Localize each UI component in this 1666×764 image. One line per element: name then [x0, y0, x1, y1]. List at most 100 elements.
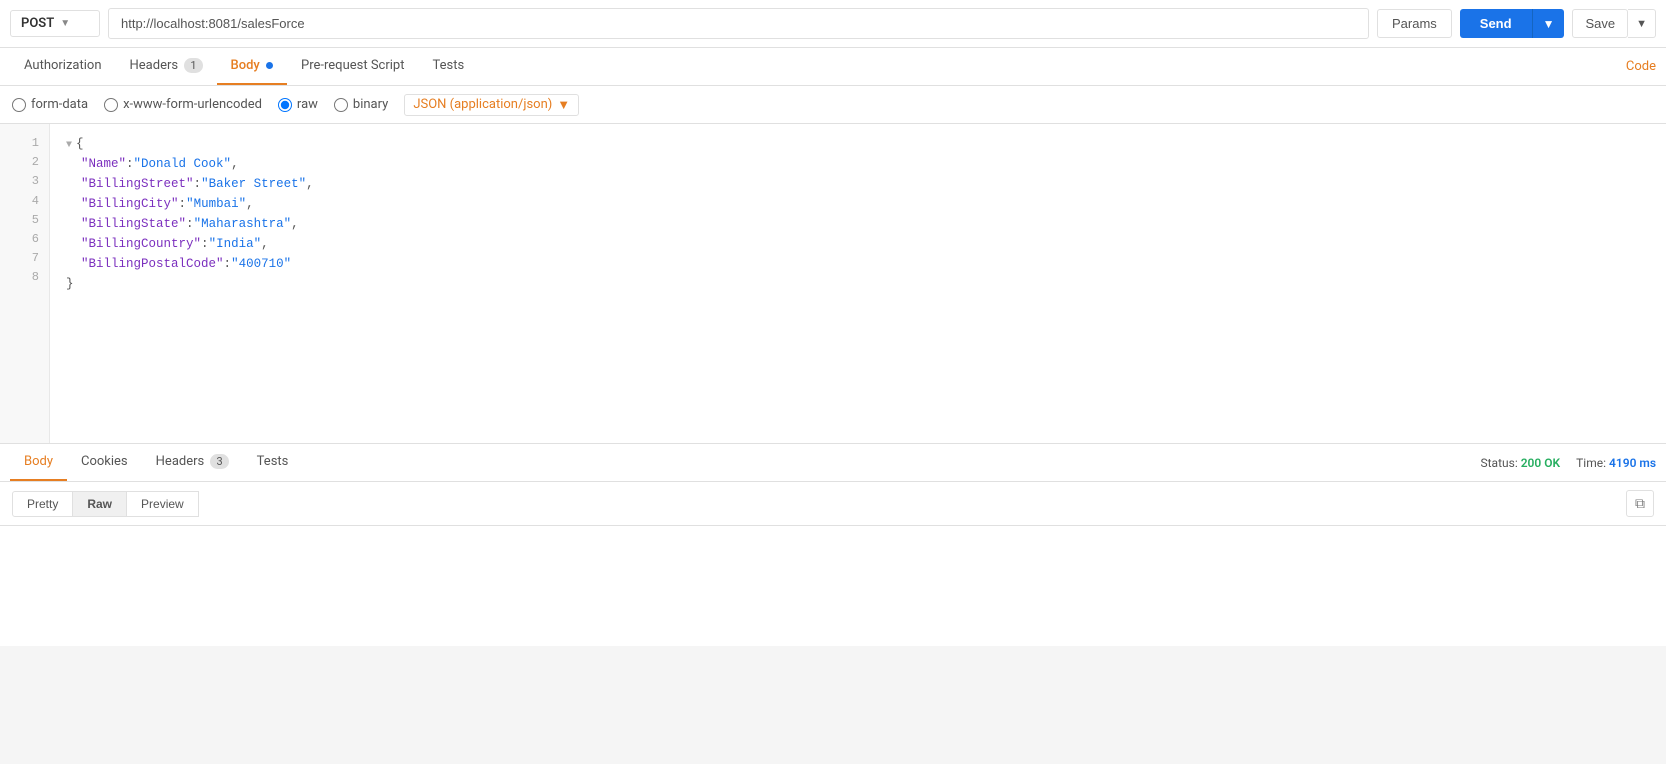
line-6: 6 — [0, 230, 49, 249]
send-group: Send ▼ — [1460, 9, 1565, 38]
top-bar: POST ▼ Params Send ▼ Save ▼ — [0, 0, 1666, 48]
resp-tab-cookies-label: Cookies — [81, 454, 128, 469]
key-billing-country: "BillingCountry" — [81, 237, 201, 251]
key-name: "Name" — [81, 157, 126, 171]
line-numbers: 1 2 3 4 5 6 7 8 — [0, 124, 50, 443]
json-chevron-icon: ▼ — [557, 97, 570, 113]
resp-tab-body-label: Body — [24, 454, 53, 469]
val-billing-country: "India" — [209, 237, 262, 251]
raw-radio[interactable] — [278, 98, 292, 112]
binary-radio[interactable] — [334, 98, 348, 112]
tab-headers[interactable]: Headers 1 — [116, 48, 217, 85]
comma-4: , — [291, 217, 299, 231]
tab-headers-label: Headers — [130, 58, 179, 73]
tab-pre-request-script-label: Pre-request Script — [301, 58, 404, 73]
urlencoded-radio[interactable] — [104, 98, 118, 112]
val-name: "Donald Cook" — [134, 157, 232, 171]
code-link[interactable]: Code — [1626, 59, 1656, 74]
send-button[interactable]: Send — [1460, 9, 1532, 38]
key-billing-postal-code: "BillingPostalCode" — [81, 257, 224, 271]
method-label: POST — [21, 16, 54, 31]
code-content-area[interactable]: ▼{ "Name":"Donald Cook", "BillingStreet"… — [50, 124, 1666, 443]
val-billing-city: "Mumbai" — [186, 197, 246, 211]
form-data-option[interactable]: form-data — [12, 97, 88, 112]
resp-tab-tests-label: Tests — [257, 454, 289, 469]
method-select[interactable]: POST ▼ — [10, 10, 100, 37]
colon-3: : — [179, 197, 187, 211]
copy-response-button[interactable]: ⧉ — [1626, 490, 1654, 517]
colon-4: : — [186, 217, 194, 231]
resp-pretty-button[interactable]: Pretty — [12, 491, 73, 517]
binary-label: binary — [353, 97, 388, 112]
line-3: 3 — [0, 172, 49, 191]
time-label: Time: 4190 ms — [1576, 456, 1656, 470]
response-content-area — [0, 526, 1666, 646]
collapse-icon: ▼ — [66, 140, 72, 151]
line-8: 8 — [0, 268, 49, 287]
send-dropdown-button[interactable]: ▼ — [1532, 9, 1565, 38]
line-7: 7 — [0, 249, 49, 268]
colon-5: : — [201, 237, 209, 251]
body-options-bar: form-data x-www-form-urlencoded raw bina… — [0, 86, 1666, 124]
val-billing-street: "Baker Street" — [201, 177, 306, 191]
colon-6: : — [224, 257, 232, 271]
resp-preview-button[interactable]: Preview — [127, 491, 199, 517]
line-2: 2 — [0, 153, 49, 172]
tab-authorization-label: Authorization — [24, 58, 102, 73]
line-5: 5 — [0, 211, 49, 230]
val-billing-postal-code: "400710" — [231, 257, 291, 271]
resp-tab-headers-label: Headers — [156, 454, 205, 469]
status-area: Status: 200 OK Time: 4190 ms — [1481, 456, 1657, 470]
close-brace: } — [66, 277, 74, 291]
comma-3: , — [246, 197, 254, 211]
key-billing-street: "BillingStreet" — [81, 177, 194, 191]
resp-tab-cookies[interactable]: Cookies — [67, 444, 142, 481]
status-value: 200 OK — [1521, 456, 1560, 470]
raw-label: raw — [297, 97, 318, 112]
response-tabs-bar: Body Cookies Headers 3 Tests Status: 200… — [0, 444, 1666, 482]
json-format-label: JSON (application/json) — [413, 97, 552, 112]
resp-tab-body[interactable]: Body — [10, 444, 67, 481]
form-data-radio[interactable] — [12, 98, 26, 112]
comma-5: , — [261, 237, 269, 251]
tab-tests-label: Tests — [432, 58, 464, 73]
tab-tests[interactable]: Tests — [418, 48, 478, 85]
resp-tab-tests[interactable]: Tests — [243, 444, 303, 481]
tab-headers-badge: 1 — [184, 58, 202, 73]
params-button[interactable]: Params — [1377, 9, 1452, 38]
tab-pre-request-script[interactable]: Pre-request Script — [287, 48, 418, 85]
resp-headers-badge: 3 — [210, 454, 228, 469]
save-button[interactable]: Save — [1572, 9, 1628, 38]
time-value: 4190 ms — [1609, 456, 1656, 470]
request-tabs: Authorization Headers 1 Body Pre-request… — [0, 48, 1666, 86]
tab-body[interactable]: Body — [217, 48, 288, 85]
urlencoded-label: x-www-form-urlencoded — [123, 97, 262, 112]
method-chevron-icon: ▼ — [60, 18, 70, 29]
comma-1: , — [231, 157, 239, 171]
save-dropdown-button[interactable]: ▼ — [1628, 9, 1656, 38]
url-input[interactable] — [108, 8, 1369, 39]
save-group: Save ▼ — [1572, 9, 1656, 38]
key-billing-city: "BillingCity" — [81, 197, 179, 211]
body-dot-indicator — [266, 62, 273, 69]
code-editor: 1 2 3 4 5 6 7 8 ▼{ "Name":"Donald Cook",… — [0, 124, 1666, 444]
val-billing-state: "Maharashtra" — [194, 217, 292, 231]
json-format-select[interactable]: JSON (application/json) ▼ — [404, 94, 579, 116]
resp-tab-headers[interactable]: Headers 3 — [142, 444, 243, 481]
open-brace: { — [76, 137, 84, 151]
key-billing-state: "BillingState" — [81, 217, 186, 231]
resp-raw-button[interactable]: Raw — [73, 491, 127, 517]
comma-2: , — [306, 177, 314, 191]
response-body-options: Pretty Raw Preview ⧉ — [0, 482, 1666, 526]
line-1: 1 — [0, 134, 49, 153]
tab-authorization[interactable]: Authorization — [10, 48, 116, 85]
status-label: Status: 200 OK — [1481, 456, 1561, 470]
urlencoded-option[interactable]: x-www-form-urlencoded — [104, 97, 262, 112]
raw-option[interactable]: raw — [278, 97, 318, 112]
response-section: Body Cookies Headers 3 Tests Status: 200… — [0, 444, 1666, 646]
line-4: 4 — [0, 192, 49, 211]
tab-body-label: Body — [231, 58, 260, 73]
colon-1: : — [126, 157, 134, 171]
form-data-label: form-data — [31, 97, 88, 112]
binary-option[interactable]: binary — [334, 97, 388, 112]
